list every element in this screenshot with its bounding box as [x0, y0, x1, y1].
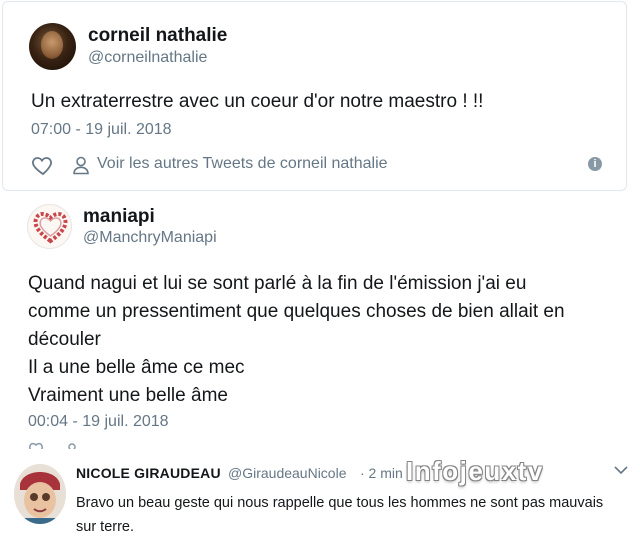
- avatar[interactable]: [27, 204, 72, 249]
- tweet-text-line: Quand nagui et lui se sont parlé à la fi…: [28, 273, 527, 294]
- comment-timestamp[interactable]: · 2 min: [360, 465, 403, 481]
- comment-text-line: Bravo un beau geste qui nous rappelle qu…: [76, 495, 604, 511]
- tweet-timestamp[interactable]: 00:04 - 19 juil. 2018: [28, 413, 169, 431]
- watermark-logo: Infojeuxtv: [406, 456, 544, 486]
- tweet-text-line: découler: [28, 329, 101, 350]
- tweet-text-line: Il a une belle âme ce mec: [28, 357, 245, 378]
- tweet-actions: Voir les autres Tweets de corneil nathal…: [31, 153, 611, 177]
- author-handle[interactable]: @ManchryManiapi: [83, 229, 217, 247]
- heart-icon[interactable]: [31, 153, 55, 177]
- comment-text-line: sur terre.: [76, 519, 135, 535]
- avatar[interactable]: [29, 23, 76, 70]
- tweet-card-corneil: corneil nathalie @corneilnathalie Un ext…: [2, 1, 627, 191]
- comment-author-name[interactable]: NICOLE GIRAUDEAU: [76, 465, 221, 481]
- comment-item: NICOLE GIRAUDEAU @GiraudeauNicole · 2 mi…: [0, 449, 640, 547]
- avatar[interactable]: [14, 464, 66, 524]
- info-icon[interactable]: i: [588, 157, 602, 171]
- tweet-text: Quand nagui et lui se sont parlé à la fi…: [28, 270, 618, 410]
- author-handle[interactable]: @corneilnathalie: [88, 49, 207, 67]
- author-name[interactable]: corneil nathalie: [88, 25, 227, 47]
- tweet-timestamp[interactable]: 07:00 - 19 juil. 2018: [31, 121, 172, 139]
- chevron-down-icon[interactable]: [614, 465, 628, 475]
- tweet-text: Un extraterrestre avec un coeur d'or not…: [31, 91, 484, 112]
- comment-text: Bravo un beau geste qui nous rappelle qu…: [76, 491, 636, 539]
- tweet-card-maniapi: maniapi @ManchryManiapi Quand nagui et l…: [0, 196, 640, 456]
- user-icon: [73, 156, 89, 175]
- more-tweets-link[interactable]: Voir les autres Tweets de corneil nathal…: [97, 155, 388, 173]
- tweet-text-line: comme un pressentiment que quelques chos…: [28, 301, 565, 322]
- comment-author-handle[interactable]: @GiraudeauNicole: [228, 465, 347, 481]
- author-name[interactable]: maniapi: [83, 206, 155, 228]
- tweet-text-line: Vraiment une belle âme: [28, 385, 228, 406]
